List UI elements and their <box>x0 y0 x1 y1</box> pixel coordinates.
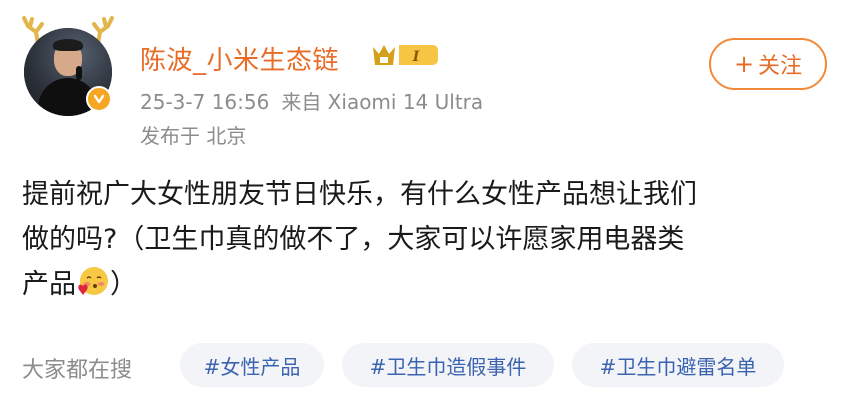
post-location: 发布于 北京 <box>140 124 247 148</box>
post-time: 25-3-7 16:56 <box>140 90 270 114</box>
content-line: 做的吗?（卫生巾真的做不了，大家可以许愿家用电器类 <box>22 224 685 255</box>
content-text: 产品 <box>22 269 76 300</box>
content-line: 产品 ） <box>22 262 832 307</box>
author-avatar[interactable] <box>18 14 118 116</box>
level-badge-text: I <box>412 49 420 65</box>
follow-button[interactable]: + 关注 <box>709 38 827 90</box>
level-badge-icon: I <box>373 45 438 65</box>
follow-label: 关注 <box>758 54 803 79</box>
verified-badge-icon <box>86 86 112 112</box>
post-meta: 25-3-7 16:56 来自 Xiaomi 14 Ultra <box>140 86 483 115</box>
trending-tag[interactable]: #卫生巾造假事件 <box>342 343 554 387</box>
plus-icon: + <box>733 50 755 78</box>
trending-tag[interactable]: #女性产品 <box>180 343 324 387</box>
blush-heart-emoji-icon <box>78 267 108 295</box>
content-text: ） <box>110 269 137 300</box>
trending-label: 大家都在搜 <box>22 358 133 383</box>
trending-tag[interactable]: #卫生巾避雷名单 <box>572 343 784 387</box>
post-source: 来自 Xiaomi 14 Ultra <box>281 90 484 114</box>
content-line: 提前祝广大女性朋友节日快乐，有什么女性产品想让我们 <box>22 179 697 210</box>
author-name[interactable]: 陈波_小米生态链 <box>140 40 339 77</box>
post-content: 提前祝广大女性朋友节日快乐，有什么女性产品想让我们 做的吗?（卫生巾真的做不了，… <box>22 172 832 307</box>
